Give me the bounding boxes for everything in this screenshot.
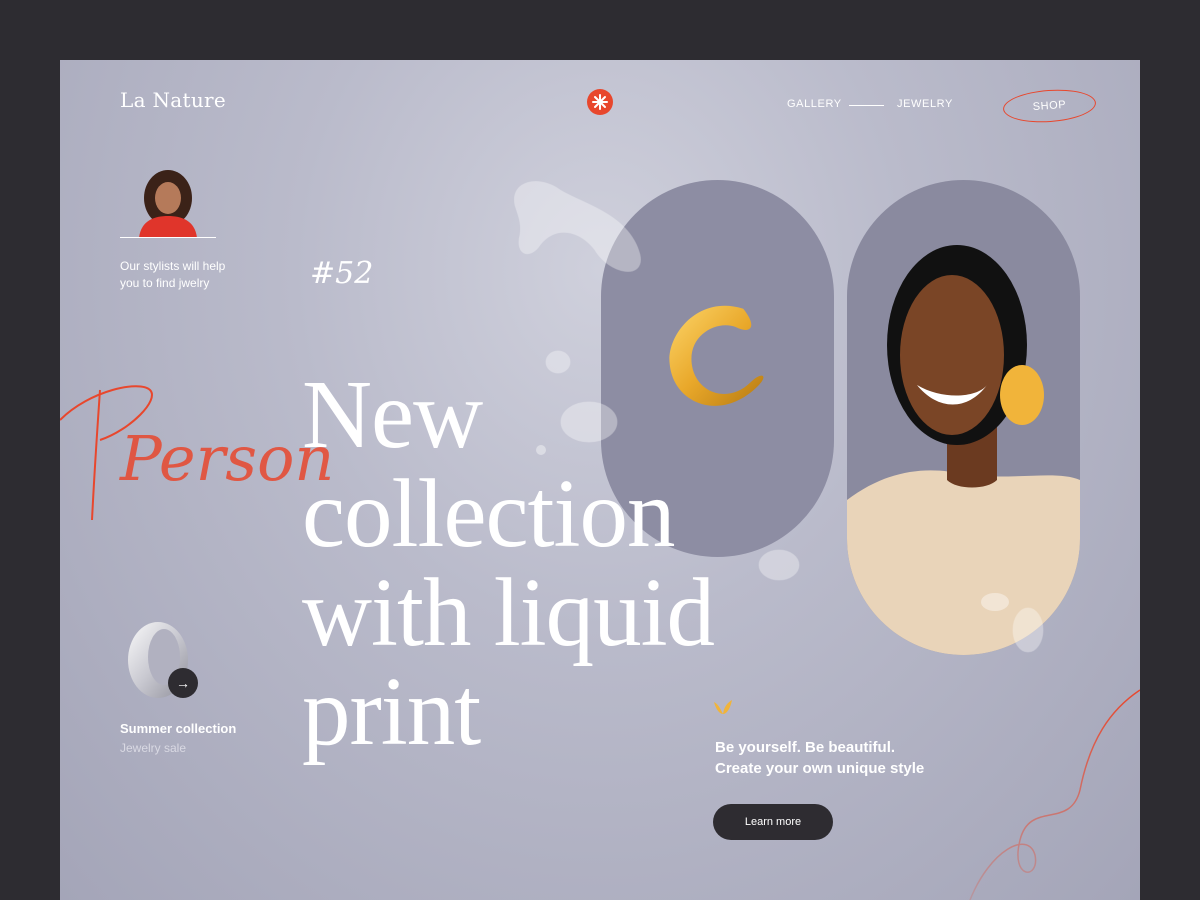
arrow-right-icon: → bbox=[176, 675, 190, 691]
hero-section: La Nature GALLERY JEWELRY SHOP Our styli… bbox=[60, 60, 1140, 900]
headline-line-3: with liquid bbox=[302, 559, 715, 666]
nav-shop-label: SHOP bbox=[1032, 98, 1067, 114]
liquid-drop-pair bbox=[981, 593, 1044, 653]
hero-headline: New collection with liquid print bbox=[302, 361, 715, 765]
stylist-text-line1: Our stylists will help bbox=[120, 259, 226, 273]
liquid-drop-large bbox=[514, 181, 641, 272]
stylist-divider bbox=[120, 237, 216, 238]
headline-line-1: New bbox=[302, 361, 483, 468]
stylist-text-line2: you to find jwelry bbox=[120, 276, 210, 290]
nav-divider bbox=[849, 105, 884, 106]
nav-gallery[interactable]: GALLERY bbox=[787, 98, 842, 110]
summer-collection-title[interactable]: Summer collection bbox=[120, 721, 236, 736]
summer-collection-subtitle: Jewelry sale bbox=[120, 741, 187, 755]
nav-shop[interactable]: SHOP bbox=[1001, 86, 1098, 126]
headline-line-2: collection bbox=[302, 460, 675, 567]
learn-more-button[interactable]: Learn more bbox=[713, 804, 833, 840]
headline-line-4: print bbox=[302, 658, 481, 765]
stylist-avatar[interactable] bbox=[135, 168, 201, 238]
leaf-icon bbox=[714, 700, 732, 714]
tagline: Be yourself. Be beautiful. Create your o… bbox=[715, 737, 924, 779]
decorative-squiggle bbox=[969, 689, 1140, 900]
flower-logo-icon bbox=[587, 89, 613, 115]
tagline-line2: Create your own unique style bbox=[715, 760, 925, 777]
tagline-line1: Be yourself. Be beautiful. bbox=[715, 739, 896, 756]
nav-jewelry[interactable]: JEWELRY bbox=[897, 98, 953, 110]
collection-number: #52 bbox=[310, 256, 374, 291]
stylist-text: Our stylists will help you to find jwelr… bbox=[120, 258, 250, 292]
summer-collection-arrow-button[interactable]: → bbox=[168, 668, 198, 698]
brand-logo[interactable]: La Nature bbox=[120, 88, 226, 112]
liquid-drop-right bbox=[758, 549, 800, 581]
